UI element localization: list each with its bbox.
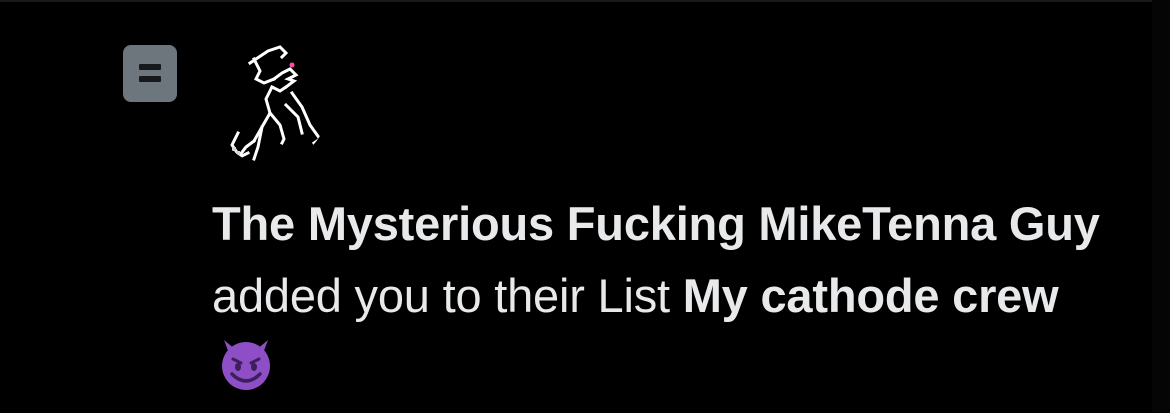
action-text: added you to their List — [212, 269, 670, 322]
smiling-face-with-horns-icon — [216, 334, 276, 394]
list-icon-bar-bottom — [139, 76, 161, 82]
list-icon — [123, 45, 177, 102]
avatar[interactable] — [210, 35, 330, 165]
actor-name-link[interactable]: The Mysterious Fucking MikeTenna Guy — [212, 197, 1100, 250]
right-edge — [1152, 0, 1170, 413]
top-divider — [0, 0, 1170, 2]
notification-message: The Mysterious Fucking MikeTenna Guy add… — [212, 188, 1112, 404]
list-name-link[interactable]: My cathode crew — [683, 269, 1059, 322]
dancing-figure-avatar-icon — [230, 45, 323, 161]
list-icon-bar-top — [139, 64, 161, 70]
list-added-notification[interactable]: The Mysterious Fucking MikeTenna Guy add… — [0, 0, 1170, 413]
